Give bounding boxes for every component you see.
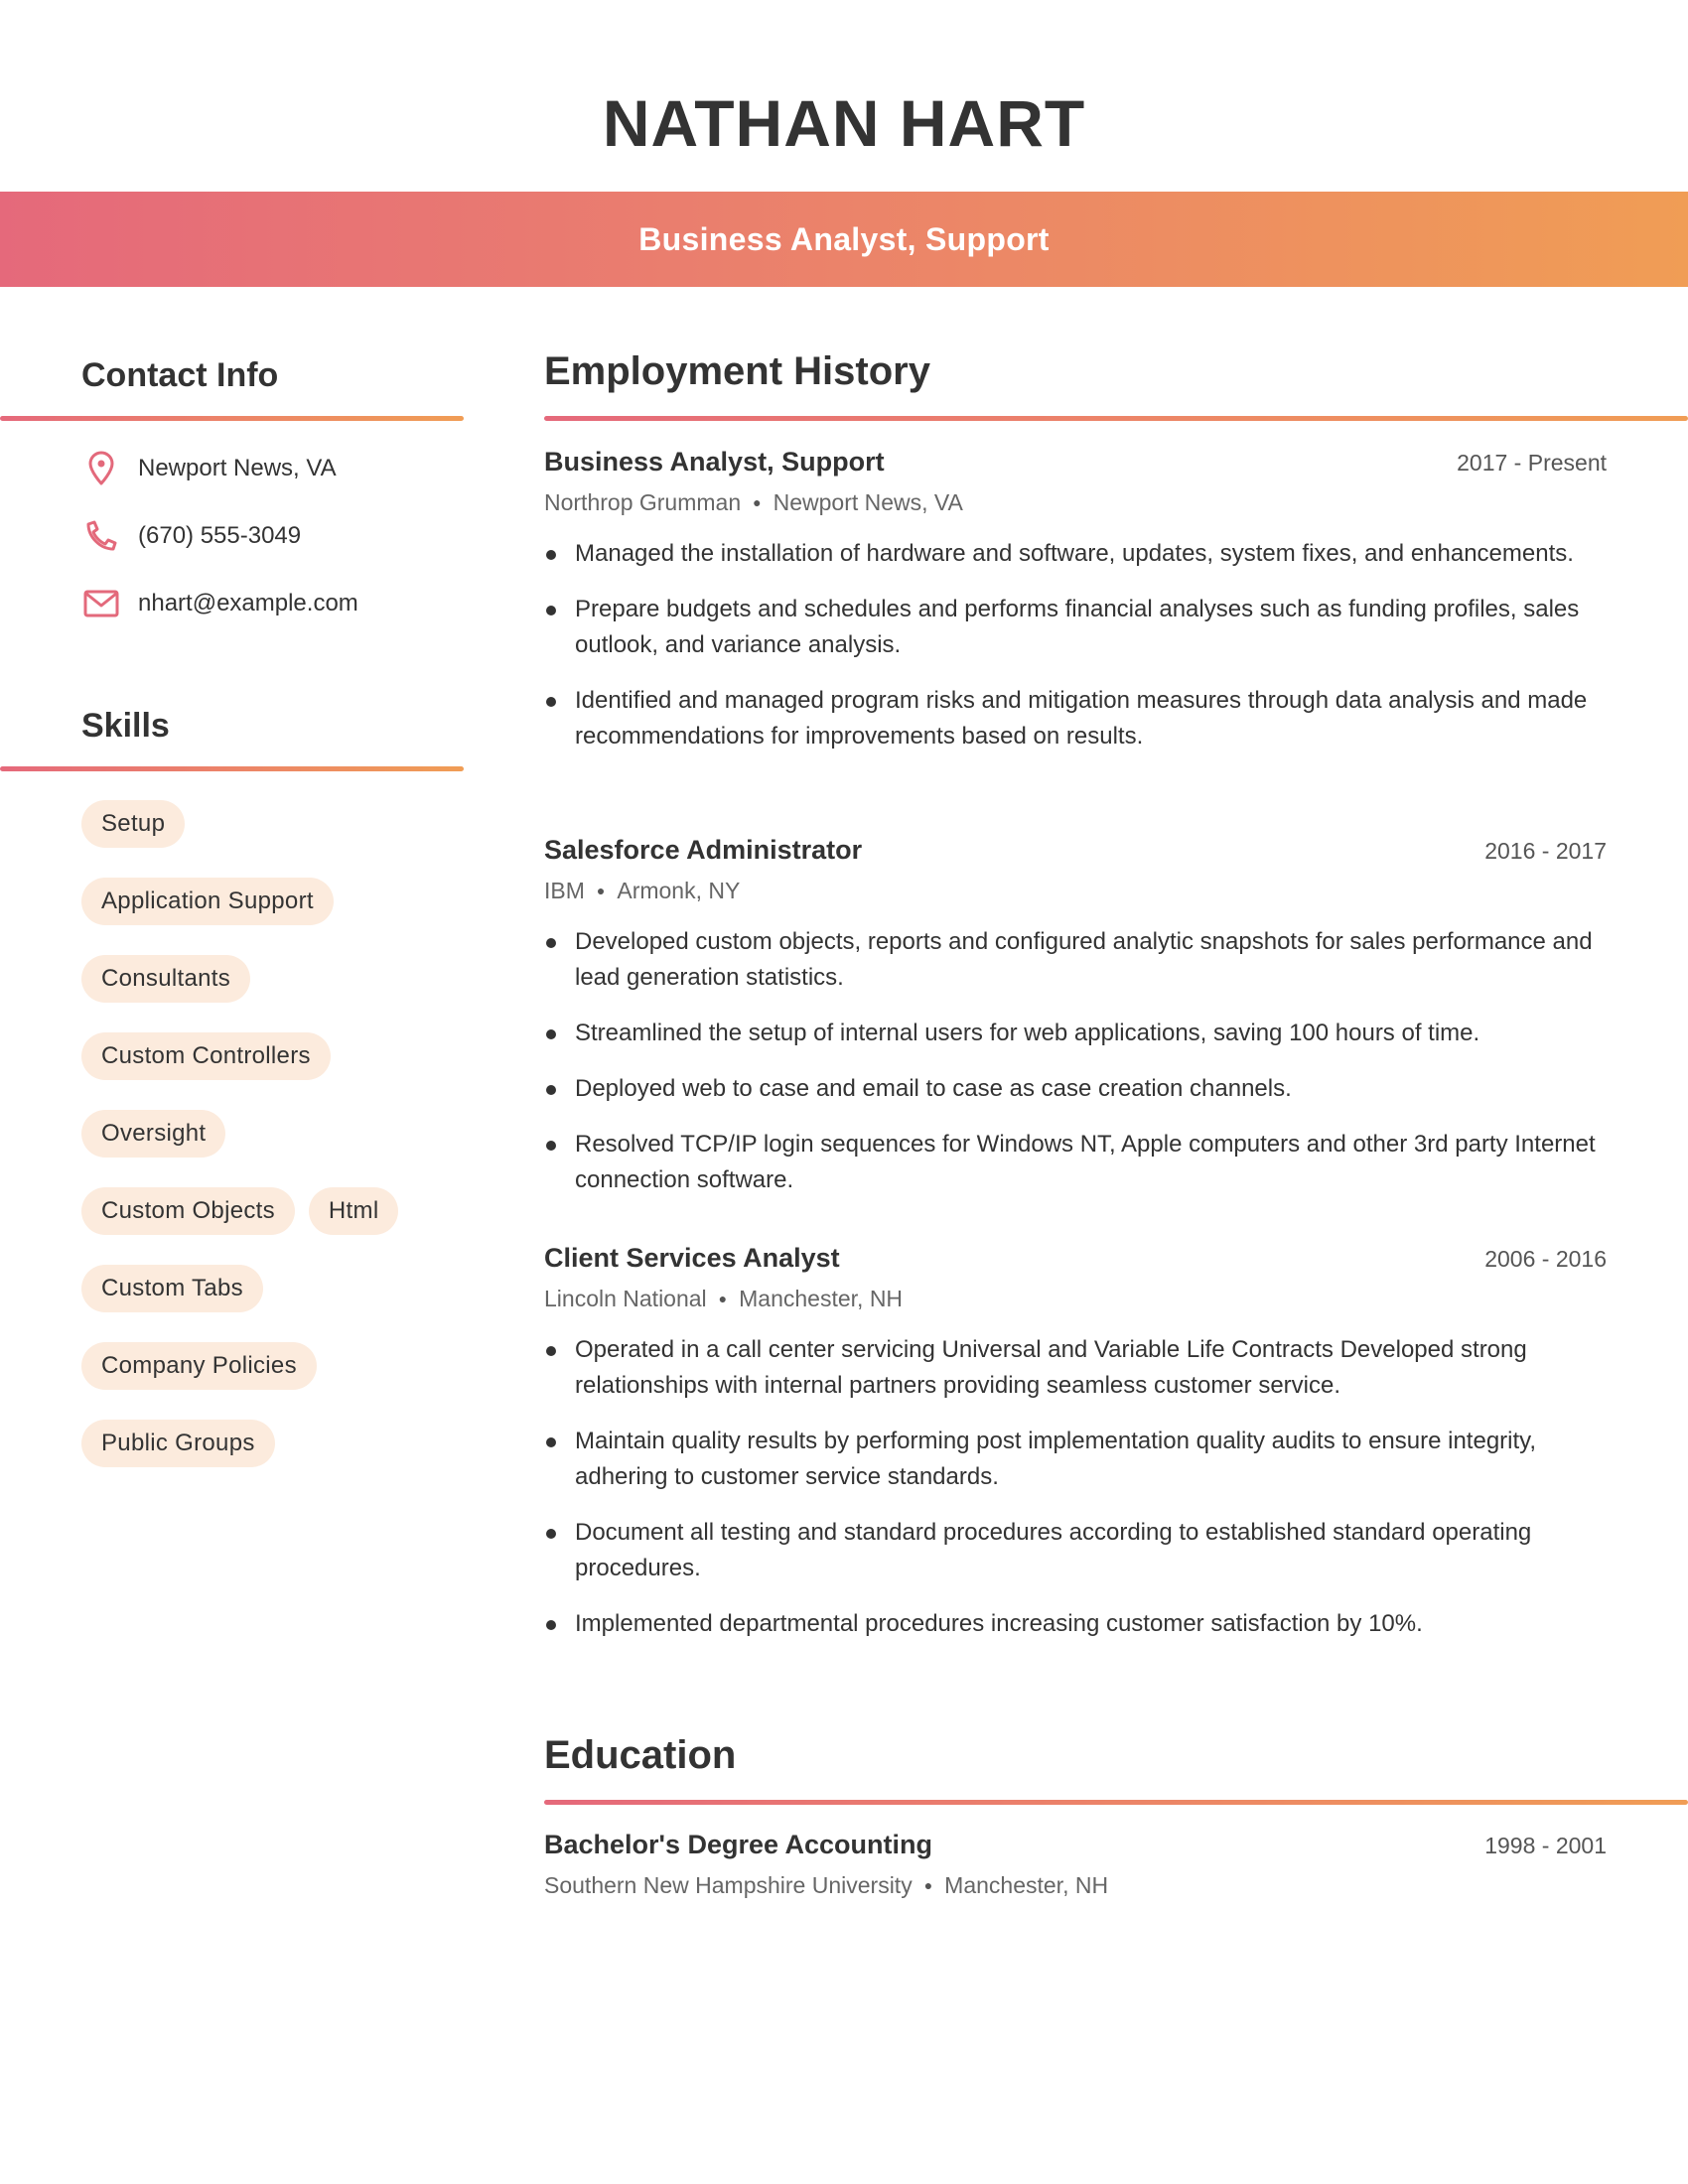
skill-pill: Public Groups [81, 1420, 275, 1467]
contact-info-divider [0, 416, 464, 421]
job-entry: Salesforce Administrator 2016 - 2017 IBM… [544, 835, 1607, 1218]
bullet-text: Implemented departmental procedures incr… [575, 1610, 1423, 1637]
job-bullets: Managed the installation of hardware and… [544, 536, 1607, 754]
job-location: Newport News, VA [773, 489, 963, 515]
candidate-name: NATHAN HART [602, 86, 1086, 160]
employment-history-heading: Employment History [544, 349, 930, 393]
job-bullet: Identified and managed program risks and… [544, 683, 1607, 754]
job-dates: 2017 - Present [1457, 450, 1607, 476]
job-bullet: Managed the installation of hardware and… [544, 536, 1607, 572]
separator-dot: ● [718, 1291, 728, 1306]
job-entry: Client Services Analyst 2006 - 2016 Linc… [544, 1243, 1607, 1662]
contact-location: Newport News, VA [81, 449, 337, 488]
job-title-subtitle: Business Analyst, Support [638, 220, 1050, 257]
bullet-text: Deployed web to case and email to case a… [575, 1075, 1292, 1102]
skill-pill: Setup [81, 800, 186, 848]
job-dates: 2006 - 2016 [1484, 1246, 1607, 1272]
job-location: Armonk, NY [617, 878, 741, 903]
contact-phone-text[interactable]: (670) 555-3049 [138, 522, 301, 550]
job-bullet: Operated in a call center servicing Univ… [544, 1332, 1607, 1404]
job-entry: Business Analyst, Support 2017 - Present… [544, 447, 1607, 774]
job-bullet: Streamlined the setup of internal users … [544, 1016, 1607, 1051]
bullet-text: Developed custom objects, reports and co… [575, 928, 1593, 991]
bullet-text: Managed the installation of hardware and… [575, 540, 1574, 567]
education-heading: Education [544, 1733, 737, 1777]
job-location: Manchester, NH [739, 1286, 904, 1311]
bullet-text: Document all testing and standard proced… [575, 1519, 1532, 1581]
bullet-icon [546, 1085, 556, 1095]
degree-title: Bachelor's Degree Accounting [544, 1830, 933, 1859]
skills-divider [0, 766, 464, 771]
job-dates: 2016 - 2017 [1484, 838, 1607, 864]
bullet-text: Identified and managed program risks and… [575, 687, 1588, 750]
bullet-icon [546, 1029, 556, 1039]
job-title: Client Services Analyst [544, 1243, 840, 1273]
bullet-text: Streamlined the setup of internal users … [575, 1020, 1480, 1046]
contact-location-text: Newport News, VA [138, 455, 337, 481]
education-divider [544, 1800, 1688, 1805]
mail-icon [81, 584, 121, 623]
job-bullet: Prepare budgets and schedules and perfor… [544, 592, 1607, 663]
job-bullet: Document all testing and standard proced… [544, 1515, 1607, 1586]
skill-pill: Custom Tabs [81, 1265, 263, 1312]
separator-dot: ● [596, 883, 606, 898]
contact-email[interactable]: nhart@example.com [81, 584, 358, 623]
job-bullets: Operated in a call center servicing Univ… [544, 1332, 1607, 1642]
job-company: IBM [544, 878, 585, 903]
bullet-text: Maintain quality results by performing p… [575, 1428, 1537, 1490]
bullet-text: Operated in a call center servicing Univ… [575, 1336, 1527, 1399]
job-bullet: Implemented departmental procedures incr… [544, 1606, 1607, 1642]
map-pin-icon [81, 449, 121, 488]
education-dates: 1998 - 2001 [1484, 1833, 1607, 1858]
skills-list: Setup Application Support Consultants Cu… [81, 800, 469, 1467]
job-title: Business Analyst, Support [544, 447, 885, 477]
bullet-text: Resolved TCP/IP login sequences for Wind… [575, 1131, 1596, 1193]
skills-heading: Skills [81, 707, 170, 745]
bullet-icon [546, 1620, 556, 1630]
skill-pill: Custom Controllers [81, 1032, 331, 1080]
contact-email-text[interactable]: nhart@example.com [138, 590, 358, 617]
bullet-icon [546, 1529, 556, 1539]
job-company: Lincoln National [544, 1286, 707, 1311]
bullet-icon [546, 1141, 556, 1151]
skill-pill: Application Support [81, 878, 334, 925]
school-name: Southern New Hampshire University [544, 1872, 913, 1898]
phone-icon [81, 516, 121, 556]
bullet-icon [546, 550, 556, 560]
school-location: Manchester, NH [944, 1872, 1109, 1898]
skill-pill: Html [308, 1187, 399, 1235]
job-bullet: Developed custom objects, reports and co… [544, 924, 1607, 996]
skill-pill: Custom Objects [81, 1187, 295, 1235]
contact-info-heading: Contact Info [81, 356, 279, 394]
separator-dot: ● [753, 494, 762, 510]
bullet-icon [546, 606, 556, 615]
bullet-icon [546, 697, 556, 707]
job-company: Northrop Grumman [544, 489, 742, 515]
job-title: Salesforce Administrator [544, 835, 863, 865]
bullet-icon [546, 1346, 556, 1356]
separator-dot: ● [923, 1877, 933, 1893]
job-bullet: Maintain quality results by performing p… [544, 1424, 1607, 1495]
skill-pill: Company Policies [81, 1342, 317, 1390]
skill-pill: Consultants [81, 955, 251, 1003]
contact-phone[interactable]: (670) 555-3049 [81, 516, 301, 556]
title-banner: Business Analyst, Support [0, 192, 1688, 287]
job-bullets: Developed custom objects, reports and co… [544, 924, 1607, 1198]
job-bullet: Resolved TCP/IP login sequences for Wind… [544, 1127, 1607, 1198]
bullet-icon [546, 938, 556, 948]
education-entry: Bachelor's Degree Accounting 1998 - 2001… [544, 1830, 1607, 1903]
employment-history-divider [544, 416, 1688, 421]
bullet-text: Prepare budgets and schedules and perfor… [575, 596, 1580, 658]
job-bullet: Deployed web to case and email to case a… [544, 1071, 1607, 1107]
skill-pill: Oversight [81, 1110, 226, 1158]
bullet-icon [546, 1437, 556, 1447]
